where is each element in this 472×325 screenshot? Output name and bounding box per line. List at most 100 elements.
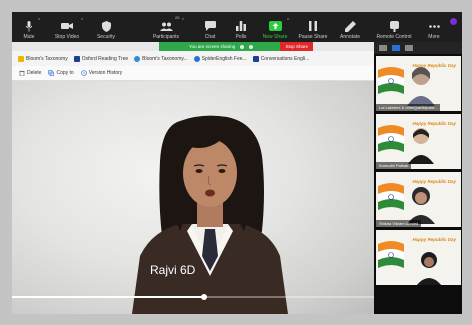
video-progress-knob[interactable] — [200, 294, 207, 300]
zoom-window: Mute ^ Stop Video ^ Security Participant… — [12, 12, 462, 314]
greeting-text: Happy Republic Day — [412, 179, 456, 184]
bookmark-favicon-icon — [193, 55, 200, 62]
video-progress-fill — [12, 296, 204, 298]
bookmark-label: SpiderEnglish Fee... — [201, 55, 247, 62]
delete-label: Delete — [27, 70, 42, 76]
speaker-video-frame — [132, 115, 288, 314]
meeting-toolbar: Mute ^ Stop Video ^ Security Participant… — [12, 12, 462, 42]
video-options-caret[interactable]: ^ — [81, 18, 83, 24]
shared-screen: Bloom's Taxonomy Oxford Reading Tree Blo… — [12, 42, 374, 314]
greeting-text: Happy Republic Day — [412, 63, 456, 68]
bookmark-favicon-icon — [73, 55, 80, 62]
bookmarks-bar: Bloom's Taxonomy Oxford Reading Tree Blo… — [12, 51, 374, 66]
participant-video-panel: Happy Republic Day Loi Lakshmi & other(p… — [374, 42, 462, 314]
stop-share-label: Stop Share — [285, 44, 308, 49]
participant-name: Kumudhi Pathak — [376, 162, 412, 169]
user-avatar[interactable] — [450, 18, 457, 25]
panel-view-controls — [374, 42, 462, 54]
screen-sharing-indicator: You are screen sharing Stop Share — [159, 42, 313, 51]
chat-icon — [204, 20, 217, 32]
bookmark-favicon-icon — [18, 55, 24, 62]
new-share-label: New Share — [262, 34, 288, 40]
participants-label: Participants — [152, 34, 180, 40]
bookmark-favicon-icon — [252, 55, 259, 62]
bookmark-blooms-taxonomy[interactable]: Bloom's Taxonomy — [18, 55, 68, 62]
india-flag-icon — [378, 183, 404, 210]
chat-button[interactable]: Chat — [199, 12, 221, 42]
microphone-icon — [23, 20, 36, 32]
participant-tile[interactable]: Happy Republic Day Shikha Vikram Ahmed — [376, 172, 461, 227]
remote-control-button[interactable]: Remote Control — [373, 12, 415, 42]
mute-options-caret[interactable]: ^ — [38, 18, 40, 24]
participant-tile[interactable]: Happy Republic Day — [376, 230, 461, 285]
participant-avatar — [408, 128, 434, 164]
bookmark-blooms-taxonomy-2[interactable]: Bloom's Taxonomy... — [134, 55, 188, 62]
security-button[interactable]: Security — [90, 12, 122, 42]
polls-label: Polls — [235, 34, 247, 40]
india-flag-icon — [378, 125, 404, 152]
annotate-label: Annotate — [339, 34, 361, 40]
share-screen-icon — [268, 20, 282, 32]
participants-icon — [159, 20, 173, 32]
version-history-command[interactable]: Version History — [80, 70, 123, 76]
new-share-button[interactable]: New Share — [260, 12, 290, 42]
participants-options-caret[interactable]: ^ — [182, 18, 184, 24]
mute-label: Mute — [23, 34, 35, 40]
screen-sharing-message: You are screen sharing — [189, 44, 236, 49]
polls-button[interactable]: Polls — [231, 12, 251, 42]
copy-to-command[interactable]: Copy to — [48, 70, 74, 76]
annotate-button[interactable]: Annotate — [336, 12, 364, 42]
india-flag-icon — [378, 67, 404, 94]
participant-name: Shikha Vikram Ahmed — [376, 220, 422, 227]
remote-control-label: Remote Control — [376, 34, 412, 40]
more-button[interactable]: More — [423, 12, 445, 42]
version-history-label: Version History — [88, 70, 123, 76]
bookmark-label: Oxford Reading Tree — [81, 55, 129, 62]
shield-icon — [100, 20, 113, 32]
chat-label: Chat — [204, 34, 216, 40]
participant-tile[interactable]: Happy Republic Day Kumudhi Pathak — [376, 114, 461, 169]
bookmark-label: Bloom's Taxonomy — [26, 55, 68, 62]
bookmark-label: Bloom's Taxonomy... — [142, 55, 188, 62]
stop-video-label: Stop Video — [54, 34, 80, 40]
remote-control-icon — [388, 20, 401, 32]
mute-button[interactable]: Mute — [14, 12, 44, 42]
participant-avatar — [407, 187, 435, 224]
copy-icon — [48, 70, 55, 76]
participant-tile[interactable]: Happy Republic Day Loi Lakshmi & other(p… — [376, 56, 461, 111]
greeting-text: Happy Republic Day — [412, 121, 456, 126]
video-progress-bar[interactable] — [12, 294, 374, 300]
bookmark-favicon-icon — [134, 55, 141, 62]
polls-icon — [235, 20, 248, 32]
pause-share-button[interactable]: Pause Share — [295, 12, 331, 42]
participant-name: Loi Lakshmi & other(participant... — [376, 104, 441, 111]
bookmark-conversations-english[interactable]: Conversations Engli... — [252, 55, 310, 62]
delete-command[interactable]: Delete — [19, 70, 41, 76]
bookmark-oxford-reading-tree[interactable]: Oxford Reading Tree — [73, 55, 129, 62]
minimize-icon[interactable] — [379, 45, 387, 51]
security-label: Security — [96, 34, 116, 40]
gallery-view-icon[interactable] — [392, 45, 400, 51]
status-dot-icon — [249, 44, 254, 49]
pause-icon — [307, 20, 320, 32]
speaker-view-icon[interactable] — [405, 45, 413, 51]
bookmark-spiderenglish[interactable]: SpiderEnglish Fee... — [193, 55, 247, 62]
pause-share-label: Pause Share — [298, 34, 328, 40]
history-icon — [80, 70, 87, 76]
greeting-text: Happy Republic Day — [412, 237, 456, 242]
bookmark-label: Conversations Engli... — [260, 55, 310, 62]
video-player[interactable]: Rajvi 6D — [12, 81, 374, 314]
share-options-caret[interactable]: ^ — [287, 18, 289, 24]
trash-icon — [19, 70, 25, 76]
status-dot-icon — [240, 44, 245, 49]
participant-avatar — [416, 252, 442, 285]
command-bar: Delete Copy to Version History — [12, 66, 374, 81]
participant-count: 25 — [175, 15, 180, 20]
stop-video-button[interactable]: Stop Video — [50, 12, 84, 42]
india-flag-icon — [378, 241, 404, 268]
speaker-name-label: Rajvi 6D — [150, 263, 196, 277]
video-camera-icon — [61, 20, 74, 32]
stop-share-button[interactable]: Stop Share — [280, 42, 313, 51]
more-label: More — [428, 34, 440, 40]
more-icon — [428, 20, 441, 32]
